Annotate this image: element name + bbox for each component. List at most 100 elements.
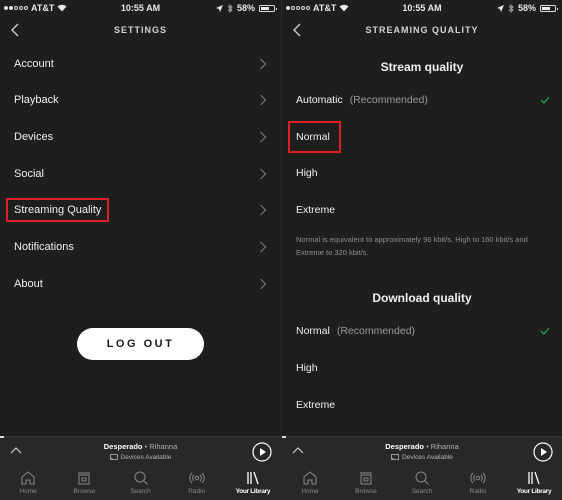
settings-item-playback[interactable]: Playback xyxy=(0,82,281,118)
tab-label: Your Library xyxy=(235,488,271,495)
battery-icon xyxy=(540,4,558,12)
stream-option-extreme[interactable]: Extreme xyxy=(296,200,562,220)
tab-label: Your Library xyxy=(516,488,552,495)
settings-item-label: Account xyxy=(14,58,54,70)
chevron-right-icon xyxy=(260,58,267,70)
radio-icon xyxy=(189,472,205,484)
option-label: Extreme xyxy=(296,204,336,216)
settings-item-label: Social xyxy=(14,168,44,180)
option-label: Extreme xyxy=(296,399,336,411)
navigation-bar: STREAMING QUALITY xyxy=(282,16,562,44)
battery-icon xyxy=(259,4,277,12)
home-icon xyxy=(303,471,317,485)
tab-bar: Home Browse Search Radio Your Library xyxy=(282,466,562,500)
browse-icon xyxy=(360,472,372,485)
tab-your-library[interactable]: Your Library xyxy=(506,466,562,500)
chevron-right-icon xyxy=(260,168,267,180)
tab-your-library[interactable]: Your Library xyxy=(225,466,281,500)
tab-browse[interactable]: Browse xyxy=(56,466,112,500)
track-title: Desperado xyxy=(385,442,424,451)
option-label: Automatic xyxy=(296,94,343,106)
status-right: 58% xyxy=(496,3,558,13)
mini-player[interactable]: Desperado • Rihanna Devices Available xyxy=(282,436,562,466)
tab-label: Radio xyxy=(469,488,487,495)
page-title: SETTINGS xyxy=(113,25,167,35)
settings-item-devices[interactable]: Devices xyxy=(0,119,281,155)
tab-label: Search xyxy=(130,488,151,495)
cast-devices-icon xyxy=(109,454,118,461)
location-icon xyxy=(496,4,504,12)
option-note: (Recommended) xyxy=(349,94,428,106)
library-icon xyxy=(528,471,540,485)
tab-label: Search xyxy=(411,488,433,495)
tab-search[interactable]: Search xyxy=(112,466,168,500)
settings-item-label: Playback xyxy=(14,94,59,106)
tab-search[interactable]: Search xyxy=(394,466,450,500)
stream-option-high[interactable]: High xyxy=(296,163,562,183)
track-artist: Rihanna xyxy=(430,442,459,451)
search-icon xyxy=(415,471,429,485)
tab-label: Home xyxy=(301,488,319,495)
download-option-normal[interactable]: Normal (Recommended) xyxy=(296,321,562,341)
checkmark-icon xyxy=(540,327,550,335)
option-label: High xyxy=(296,362,318,374)
download-quality-heading: Download quality xyxy=(372,291,472,305)
settings-item-label: Notifications xyxy=(14,241,74,253)
devices-available[interactable]: Devices Available xyxy=(282,454,562,461)
log-out-button[interactable]: LOG OUT xyxy=(77,328,204,360)
now-playing-track: Desperado • Rihanna xyxy=(0,442,281,451)
home-icon xyxy=(21,471,35,485)
status-right: 58% xyxy=(215,3,277,13)
play-icon[interactable] xyxy=(533,442,553,462)
chevron-right-icon xyxy=(260,241,267,253)
devices-label: Devices Available xyxy=(120,454,172,461)
tab-home[interactable]: Home xyxy=(0,466,56,500)
highlight-box-normal xyxy=(288,121,341,153)
cast-devices-icon xyxy=(391,454,399,461)
settings-item-about[interactable]: About xyxy=(0,266,281,302)
tab-radio[interactable]: Radio xyxy=(169,466,225,500)
chevron-right-icon xyxy=(260,94,267,106)
search-icon xyxy=(134,471,148,485)
tab-radio[interactable]: Radio xyxy=(450,466,506,500)
tab-label: Home xyxy=(19,488,37,495)
playback-progress-bar xyxy=(0,436,4,438)
navigation-bar: SETTINGS xyxy=(0,16,281,44)
track-separator: • xyxy=(424,442,431,451)
devices-label: Devices Available xyxy=(402,454,453,461)
mini-player[interactable]: Desperado • Rihanna Devices Available xyxy=(0,436,281,466)
playback-progress-bar xyxy=(282,436,286,438)
settings-screen: AT&T 10:55 AM 58% SETTINGS Account Playb… xyxy=(0,0,281,500)
now-playing-track: Desperado • Rihanna xyxy=(282,442,562,451)
checkmark-icon xyxy=(540,96,550,104)
devices-available[interactable]: Devices Available xyxy=(0,454,281,461)
option-label: Normal xyxy=(296,325,330,337)
settings-item-social[interactable]: Social xyxy=(0,156,281,192)
settings-item-notifications[interactable]: Notifications xyxy=(0,229,281,265)
download-option-extreme[interactable]: Extreme xyxy=(296,395,562,415)
settings-item-account[interactable]: Account xyxy=(0,46,281,82)
play-icon[interactable] xyxy=(252,442,272,462)
bluetooth-icon xyxy=(508,3,514,13)
quality-description: Normal is equivalent to approximately 96… xyxy=(296,235,528,257)
option-note: (Recommended) xyxy=(336,325,416,337)
tab-browse[interactable]: Browse xyxy=(338,466,394,500)
streaming-quality-screen: AT&T 10:55 AM 58% STREAMING QUALITY Stre… xyxy=(281,0,562,500)
library-icon xyxy=(247,471,259,485)
highlight-box-streaming-quality xyxy=(6,198,109,222)
download-option-high[interactable]: High xyxy=(296,358,562,378)
stream-option-automatic[interactable]: Automatic (Recommended) xyxy=(296,90,562,110)
chevron-right-icon xyxy=(260,204,267,216)
option-label: High xyxy=(296,167,318,179)
settings-item-label: About xyxy=(14,278,43,290)
settings-item-label: Devices xyxy=(14,131,54,143)
tab-label: Radio xyxy=(188,488,206,495)
track-artist: Rihanna xyxy=(149,442,178,451)
tab-label: Browse xyxy=(355,488,377,495)
radio-icon xyxy=(470,472,486,484)
tab-home[interactable]: Home xyxy=(282,466,338,500)
tab-label: Browse xyxy=(73,488,96,495)
page-title: STREAMING QUALITY xyxy=(365,25,479,35)
status-bar: AT&T 10:55 AM 58% xyxy=(0,0,281,16)
stream-quality-heading: Stream quality xyxy=(380,60,464,74)
